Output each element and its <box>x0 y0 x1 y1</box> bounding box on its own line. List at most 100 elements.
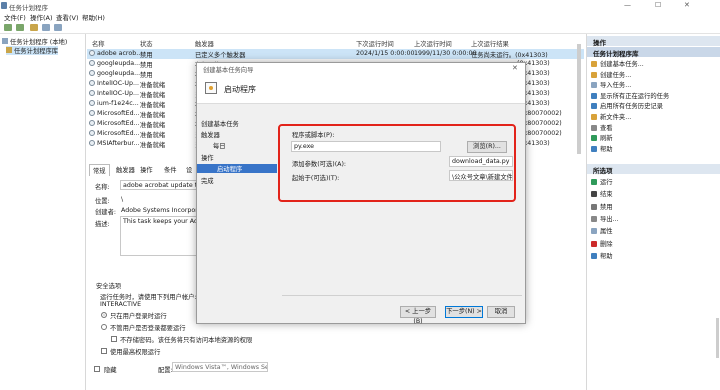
folder-icon[interactable] <box>30 24 38 31</box>
action-item[interactable]: 帮助 <box>591 144 613 153</box>
next-button[interactable]: 下一步(N) > <box>445 306 483 318</box>
run-as-value: INTERACTIVE <box>100 301 142 308</box>
task-icon <box>89 70 95 76</box>
task-status: 准备就绪 <box>140 82 166 89</box>
task-icon <box>89 50 95 56</box>
radio-logged-on[interactable] <box>101 312 107 318</box>
back-button[interactable]: < 上一步(B) <box>400 306 436 325</box>
tab-settings[interactable]: 设 <box>183 164 195 175</box>
location-value: \ <box>121 196 124 203</box>
task-next-run: 2024/1/15 0:00:00 <box>356 50 415 57</box>
task-status: 准备就绪 <box>140 112 166 119</box>
column-header-name[interactable]: 名称 <box>92 39 105 48</box>
wizard-close-icon[interactable]: ✕ <box>512 64 518 72</box>
back-icon[interactable] <box>4 24 12 31</box>
step-daily[interactable]: 每日 <box>213 141 226 150</box>
security-title: 安全选项 <box>96 283 122 290</box>
checkbox-no-password[interactable] <box>111 336 117 342</box>
action-item-label: 帮助 <box>600 145 613 153</box>
action-item[interactable]: 导入任务... <box>591 80 631 89</box>
column-header-status[interactable]: 状态 <box>140 39 153 48</box>
selected-action-label: 运行 <box>600 179 613 186</box>
wizard-steps: 创建基本任务 触发器 每日 操作 启动程序 完成 <box>197 104 277 325</box>
checkbox-hidden[interactable] <box>94 366 100 372</box>
column-header-trigger[interactable]: 触发器 <box>195 39 214 48</box>
step-action[interactable]: 操作 <box>201 153 214 162</box>
selected-action-item[interactable]: 删除 <box>591 239 613 248</box>
task-status: 准备就绪 <box>140 122 166 129</box>
action-item[interactable]: 创建基本任务... <box>591 59 644 68</box>
step-start-program[interactable]: 启动程序 <box>197 164 277 173</box>
description-field[interactable]: This task keeps your Adobe R <box>120 216 198 256</box>
action-icon <box>591 103 597 110</box>
selected-action-item[interactable]: 导出... <box>591 214 619 223</box>
action-item-label: 新文件夹... <box>600 114 632 121</box>
window-title: 任务计划程序 <box>9 4 48 12</box>
task-icon <box>89 60 95 66</box>
action-icon <box>591 179 597 185</box>
table-row[interactable]: adobe acrob... 禁用 已定义多个触发器 2024/1/15 0:00:0… <box>87 49 584 59</box>
selected-action-item[interactable]: 结束 <box>591 189 613 198</box>
step-create-basic-task[interactable]: 创建基本任务 <box>201 119 239 128</box>
step-finish[interactable]: 完成 <box>201 176 214 185</box>
selected-action-item[interactable]: 帮助 <box>591 251 613 260</box>
task-status: 准备就绪 <box>140 142 166 149</box>
forward-icon[interactable] <box>16 24 24 31</box>
minimize-button[interactable]: — <box>624 1 631 9</box>
config-label: 配置: <box>158 367 173 374</box>
maximize-button[interactable]: ☐ <box>655 1 661 9</box>
column-header-last-run[interactable]: 上次运行时间 <box>414 39 452 48</box>
tab-general[interactable]: 常规 <box>89 164 110 176</box>
action-icon <box>591 240 597 247</box>
actions-scrollbar[interactable] <box>716 318 719 358</box>
tab-triggers[interactable]: 触发器 <box>113 164 138 175</box>
selected-action-item[interactable]: 属性 <box>591 226 613 235</box>
tab-conditions[interactable]: 条件 <box>161 164 180 175</box>
selected-action-label: 结束 <box>600 191 613 199</box>
action-icon <box>591 203 597 210</box>
task-last-run: 1999/11/30 0:00:00 <box>414 50 477 57</box>
checkbox-highest-privileges-label: 使用最高权限运行 <box>110 349 161 356</box>
selected-action-item[interactable]: 运行 <box>591 177 613 186</box>
step-trigger[interactable]: 触发器 <box>201 130 220 139</box>
action-item[interactable]: 刷新 <box>591 133 613 142</box>
location-label: 位置: <box>95 198 110 205</box>
computer-icon <box>2 38 8 44</box>
radio-always[interactable] <box>101 324 107 330</box>
name-field[interactable]: adobe acrobat update task <box>120 180 200 190</box>
action-icon <box>591 191 597 198</box>
folder-icon <box>6 47 12 53</box>
task-status: 准备就绪 <box>140 102 166 109</box>
tree-item-root[interactable]: 任务计划程序 (本地) <box>2 37 67 46</box>
column-header-next-run[interactable]: 下次运行时间 <box>356 39 394 48</box>
checkbox-no-password-label: 不存储密码。该任务将只有访问本地资源的权限 <box>120 337 253 344</box>
task-list-scrollbar[interactable] <box>577 44 581 154</box>
app-icon <box>1 2 7 9</box>
author-label: 创建者: <box>95 209 117 216</box>
action-item-label: 刷新 <box>600 135 613 143</box>
tree-item-library[interactable]: 任务计划程序库 <box>6 46 59 55</box>
close-button[interactable]: ✕ <box>684 1 690 9</box>
action-icon <box>591 228 597 235</box>
action-item[interactable]: 查看 <box>591 123 613 132</box>
action-item[interactable]: 显示所有正在运行的任务 <box>591 91 669 100</box>
column-header-result[interactable]: 上次运行结果 <box>471 39 509 48</box>
task-icon <box>89 140 95 146</box>
radio-logged-on-label: 只在用户登录时运行 <box>110 313 167 320</box>
cancel-button[interactable]: 取消 <box>487 306 515 318</box>
selected-action-item[interactable]: 禁用 <box>591 202 613 211</box>
checkbox-highest-privileges[interactable] <box>101 348 107 354</box>
panel-icon[interactable] <box>54 24 62 31</box>
properties-icon[interactable] <box>42 24 50 31</box>
actions-subheader[interactable]: 任务计划程序库 <box>587 47 720 58</box>
button-divider <box>282 295 522 296</box>
task-name: googleupda... <box>97 60 141 67</box>
task-status: 准备就绪 <box>140 92 166 99</box>
action-item[interactable]: 启用所有任务历史记录 <box>591 101 663 110</box>
task-icon <box>89 100 95 106</box>
action-item[interactable]: 新文件夹... <box>591 112 631 121</box>
config-select[interactable]: Windows Vista™, Windows Server™ 2008 <box>172 362 268 372</box>
tab-actions[interactable]: 操作 <box>137 164 156 175</box>
action-item[interactable]: 创建任务... <box>591 70 631 79</box>
task-icon <box>205 82 217 94</box>
